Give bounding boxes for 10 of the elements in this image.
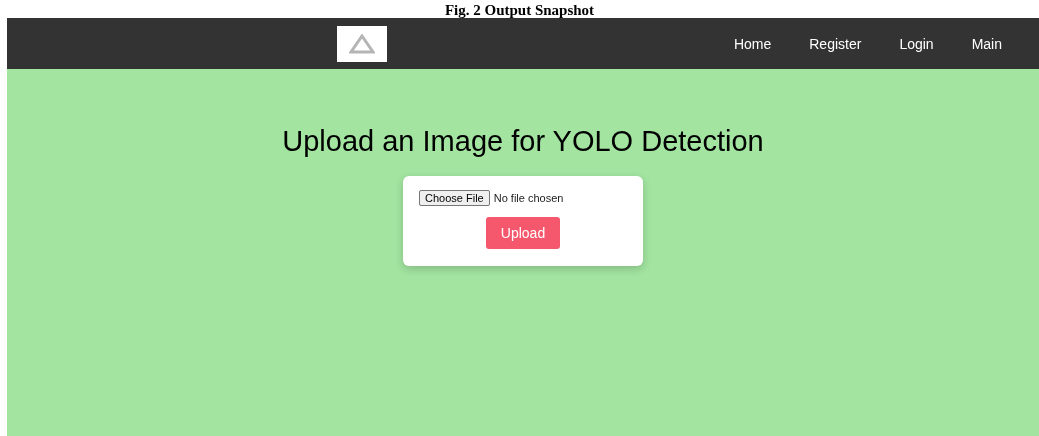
choose-file-button[interactable]: Choose File bbox=[419, 190, 490, 206]
triangle-icon bbox=[349, 33, 375, 54]
file-status: No file chosen bbox=[493, 192, 564, 204]
nav-link[interactable]: Register bbox=[790, 29, 881, 58]
nav-link[interactable]: Main bbox=[952, 29, 1021, 58]
page-heading: Upload an Image for YOLO Detection bbox=[282, 125, 764, 158]
logo[interactable] bbox=[337, 25, 387, 62]
figure-caption: Fig. 2 Output Snapshot bbox=[444, 2, 595, 18]
nav-link[interactable]: Home bbox=[714, 29, 791, 58]
nav-link[interactable]: Login bbox=[880, 29, 953, 58]
